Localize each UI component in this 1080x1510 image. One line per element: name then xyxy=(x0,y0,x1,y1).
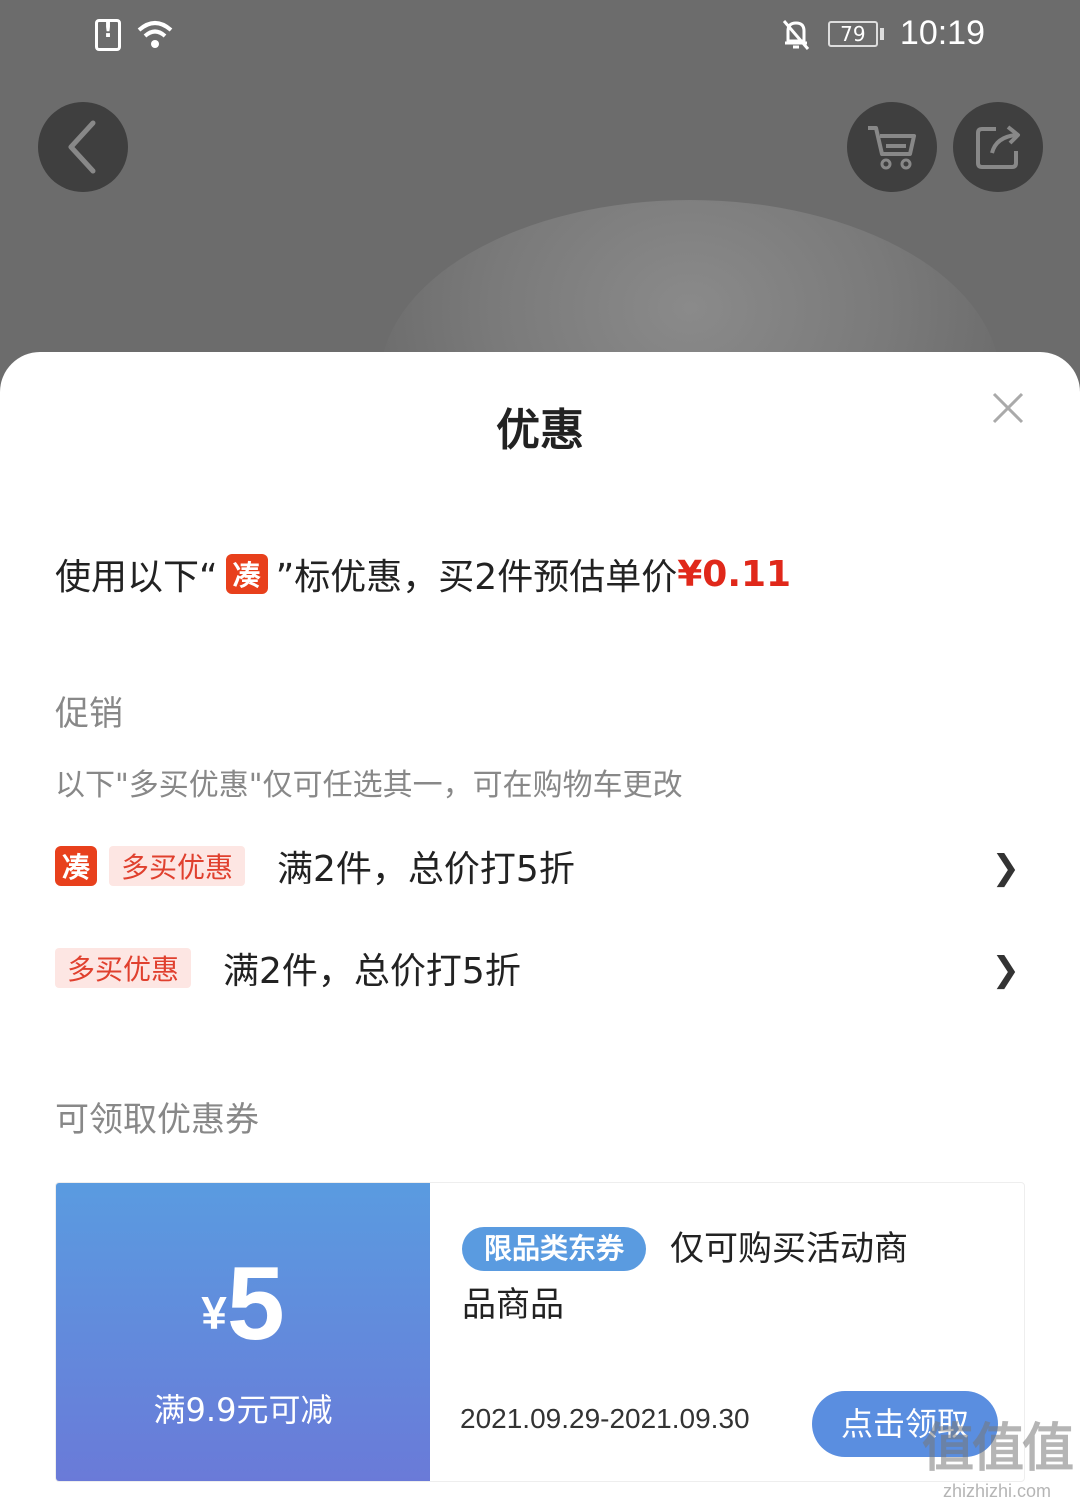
multi-buy-tag: 多买优惠 xyxy=(55,948,192,988)
promotion-row[interactable]: 多买优惠 满2件，总价打5折 ❯ xyxy=(55,938,1025,998)
cart-button[interactable] xyxy=(847,102,937,192)
discount-sheet: 优惠 使用以下“ 凑 ”标优惠，买2件预估单价 ¥0.11 促销 以下"多买优惠… xyxy=(0,352,1080,1510)
coupon-amount: ¥5 xyxy=(56,1245,430,1364)
wifi-icon xyxy=(137,21,173,48)
chevron-right-icon: ❯ xyxy=(991,950,1021,990)
multi-buy-tag: 多买优惠 xyxy=(109,846,246,886)
chevron-left-icon xyxy=(68,120,96,174)
summary-text: ”标优惠，买2件预估单价 xyxy=(275,557,678,598)
battery-indicator: 79 xyxy=(827,20,884,47)
sim-alert-icon xyxy=(95,18,121,51)
estimated-price: ¥0.11 xyxy=(677,553,792,595)
category-tag: 限品类东券 xyxy=(462,1227,647,1271)
price-summary: 使用以下“ 凑 ”标优惠，买2件预估单价 ¥0.11 xyxy=(55,548,791,600)
back-button[interactable] xyxy=(38,102,128,192)
promotion-row[interactable]: 凑 多买优惠 满2件，总价打5折 ❯ xyxy=(55,836,1025,896)
chevron-right-icon: ❯ xyxy=(991,848,1021,888)
coupon-condition: 满9.9元可减 xyxy=(153,1391,333,1429)
currency-symbol: ¥ xyxy=(201,1287,227,1339)
cou-badge: 凑 xyxy=(55,846,97,886)
promotions-title: 促销 xyxy=(55,694,123,734)
coupons-title: 可领取优惠券 xyxy=(55,1100,259,1140)
watermark-logo: 值值值 xyxy=(921,1419,1074,1479)
summary-prefix: 使用以下“ xyxy=(55,557,218,598)
coupon-description-cont: 品商品 xyxy=(462,1285,564,1325)
coupon-card: ¥5 满9.9元可减 限品类东券 仅可购买活动商 品商品 2021.09.29-… xyxy=(55,1182,1025,1482)
coupon-amount-value: 5 xyxy=(226,1246,285,1362)
share-button[interactable] xyxy=(953,102,1043,192)
promotion-text: 满2件，总价打5折 xyxy=(223,951,521,992)
promotion-text: 满2件，总价打5折 xyxy=(277,849,575,890)
battery-level: 79 xyxy=(827,20,878,47)
promotions-note: 以下"多买优惠"仅可任选其一，可在购物车更改 xyxy=(55,768,683,803)
close-icon[interactable] xyxy=(988,388,1028,428)
share-icon xyxy=(976,125,1020,169)
coupon-validity-dates: 2021.09.29-2021.09.30 xyxy=(460,1403,750,1434)
cou-badge: 凑 xyxy=(225,554,268,594)
coupon-value-panel: ¥5 满9.9元可减 xyxy=(56,1183,430,1481)
clock: 10:19 xyxy=(899,14,985,52)
coupon-description: 仅可购买活动商 xyxy=(670,1229,908,1269)
watermark-url: zhizhizhi.com xyxy=(942,1481,1052,1501)
status-bar: 79 10:19 xyxy=(0,0,1080,75)
sheet-title: 优惠 xyxy=(496,405,584,456)
cart-icon xyxy=(868,126,916,170)
watermark: 值值值 zhizhizhi.com xyxy=(921,1406,1074,1502)
bell-muted-icon xyxy=(782,19,810,50)
